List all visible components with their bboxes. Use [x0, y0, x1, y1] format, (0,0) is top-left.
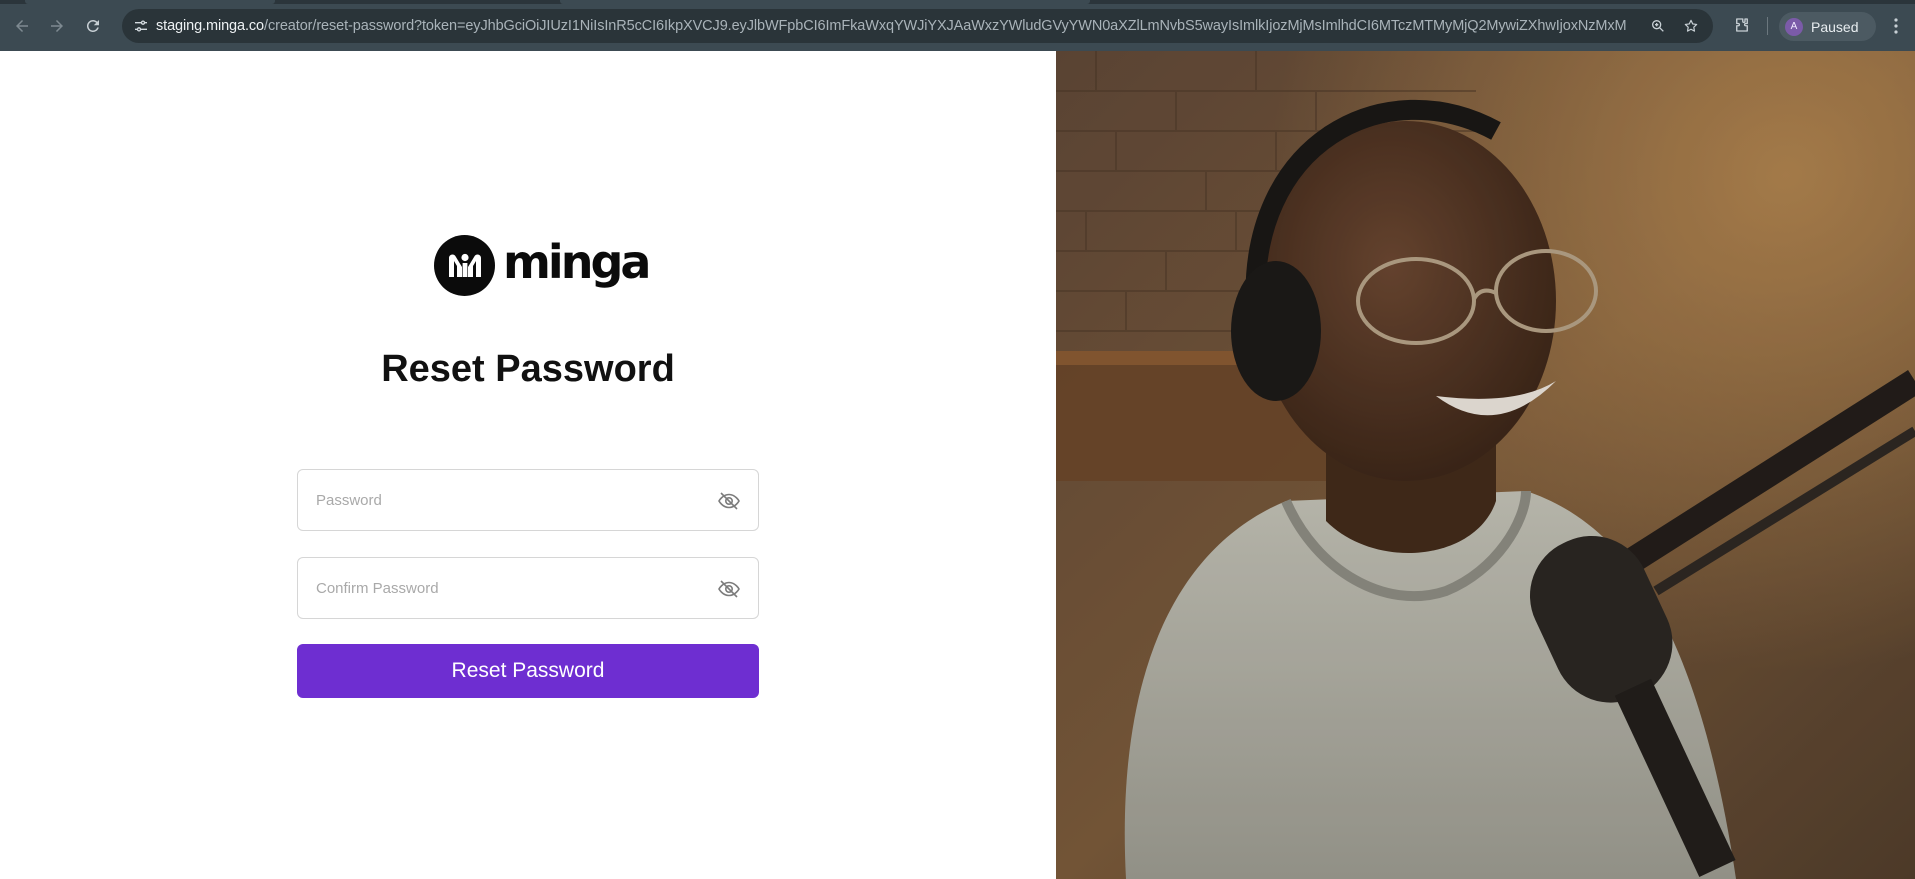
hero-photo: [1056, 51, 1915, 879]
tab-edge: [25, 0, 275, 4]
password-field: [297, 469, 759, 531]
confirm-password-field: [297, 557, 759, 619]
zoom-icon: [1652, 19, 1664, 32]
star-icon: [1684, 19, 1698, 32]
brand-wordmark: minga: [503, 235, 651, 289]
url-text[interactable]: staging.minga.co/creator/reset-password?…: [156, 17, 1626, 35]
avatar: A: [1785, 17, 1803, 36]
forward-button[interactable]: [43, 12, 71, 40]
tune-icon: [135, 20, 147, 32]
site-info-button[interactable]: [130, 15, 152, 37]
extensions-button[interactable]: [1730, 13, 1754, 37]
address-bar[interactable]: staging.minga.co/creator/reset-password?…: [122, 9, 1713, 43]
form-panel: [0, 51, 1056, 879]
confirm-password-input[interactable]: [298, 558, 758, 618]
browser-toolbar: staging.minga.co/creator/reset-password?…: [0, 0, 1915, 51]
page-title: Reset Password: [381, 348, 675, 390]
eye-off-icon[interactable]: [717, 489, 741, 513]
podcaster-photo-illustration: [1056, 51, 1915, 879]
arrow-left-icon: [16, 20, 28, 32]
reload-icon: [86, 19, 99, 32]
kebab-menu-icon: [1894, 18, 1898, 34]
url-path: /creator/reset-password?token=eyJhbGciOi…: [264, 18, 1626, 34]
tab-edge: [560, 0, 1090, 4]
url-host: staging.minga.co: [156, 18, 265, 34]
bookmark-button[interactable]: [1681, 16, 1701, 36]
brand-logo[interactable]: minga: [434, 234, 651, 296]
puzzle-icon: [1736, 18, 1748, 32]
reload-button[interactable]: [79, 12, 107, 40]
browser-menu-button[interactable]: [1886, 14, 1906, 38]
toolbar-divider: [1767, 17, 1768, 35]
password-input[interactable]: [298, 470, 758, 530]
profile-status: Paused: [1811, 18, 1859, 35]
back-button[interactable]: [8, 12, 36, 40]
reset-password-button[interactable]: Reset Password: [297, 644, 759, 698]
tab-strip: [0, 0, 1915, 4]
zoom-button[interactable]: [1648, 16, 1668, 36]
eye-off-icon[interactable]: [717, 577, 741, 601]
minga-logo-icon: [434, 234, 495, 296]
profile-button[interactable]: A Paused: [1779, 12, 1876, 41]
arrow-right-icon: [51, 20, 63, 32]
